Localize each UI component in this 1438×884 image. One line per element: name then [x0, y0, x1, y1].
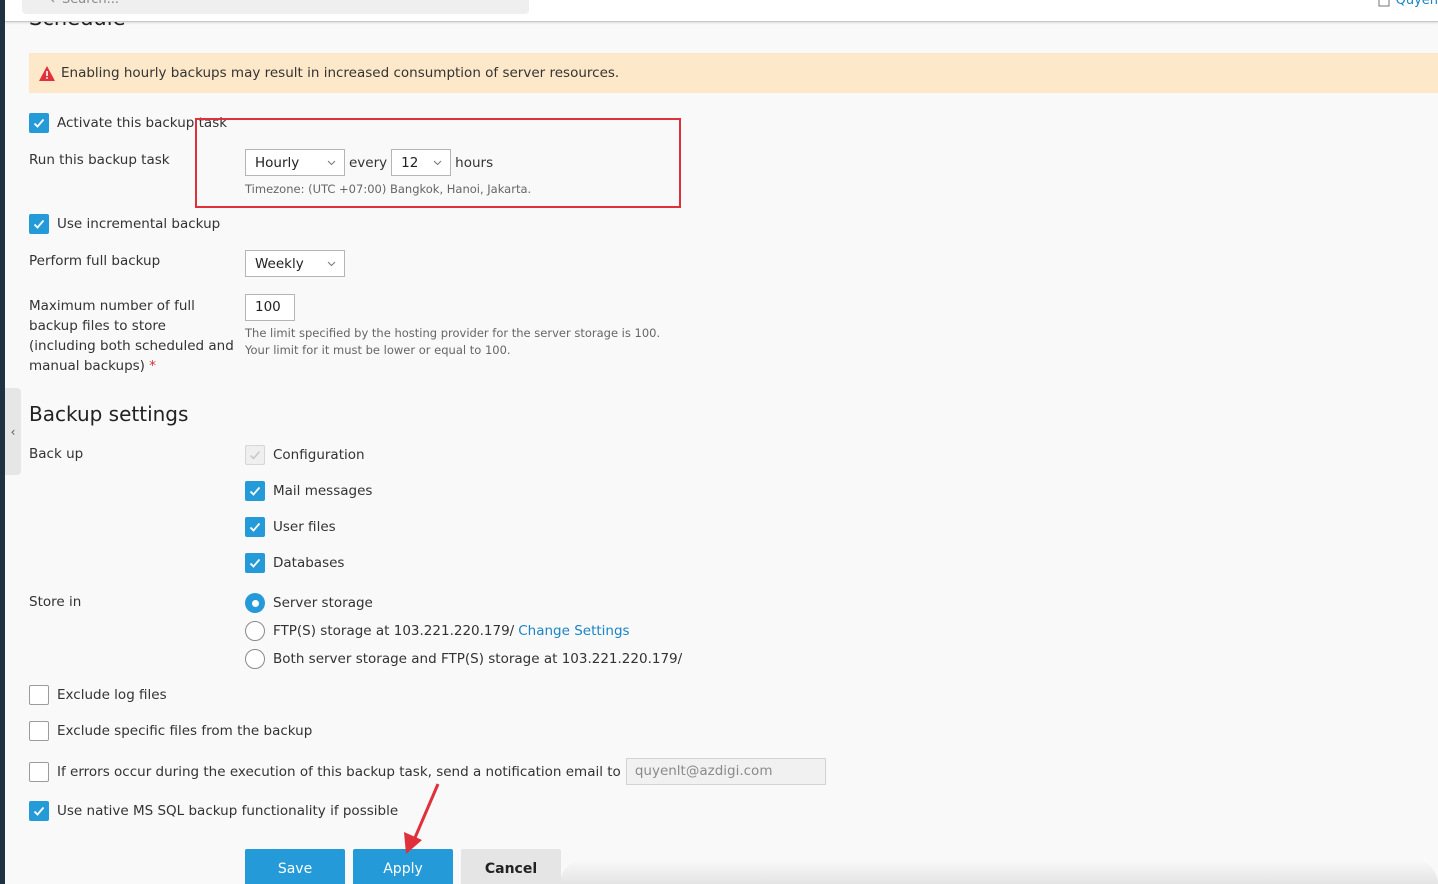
checkmark-icon — [33, 219, 45, 229]
timezone-hint: Timezone: (UTC +07:00) Bangkok, Hanoi, J… — [245, 182, 532, 196]
user-files-label: User files — [273, 519, 336, 535]
backup-what-label: Back up — [29, 446, 84, 462]
max-backups-label: Maximum number of full backup files to s… — [29, 298, 234, 374]
incremental-label: Use incremental backup — [57, 216, 221, 232]
chevron-down-icon — [327, 160, 336, 165]
activate-checkbox[interactable] — [29, 113, 49, 133]
activate-row: Activate this backup task — [29, 113, 227, 133]
notify-row: If errors occur during the execution of … — [29, 758, 826, 785]
mssql-label: Use native MS SQL backup functionality i… — [57, 803, 399, 819]
full-backup-value: Weekly — [255, 255, 304, 272]
max-hint-1: The limit specified by the hosting provi… — [245, 326, 661, 340]
backup-settings-heading: Backup settings — [29, 402, 189, 426]
store-option-ftp: FTP(S) storage at 103.221.220.179/ Chang… — [245, 621, 630, 641]
apply-button[interactable]: Apply — [353, 849, 453, 884]
warning-banner: Enabling hourly backups may result in in… — [29, 53, 1438, 93]
chevron-down-icon — [327, 261, 336, 266]
full-backup-field: Weekly — [245, 250, 345, 277]
checkmark-icon — [250, 451, 261, 460]
max-backups-label-wrap: Maximum number of full backup files to s… — [29, 296, 234, 376]
databases-label: Databases — [273, 555, 345, 571]
exclude-log-row: Exclude log files — [29, 685, 167, 705]
store-option-both: Both server storage and FTP(S) storage a… — [245, 649, 682, 669]
chevron-left-icon: ‹ — [10, 424, 16, 439]
configuration-checkbox — [245, 445, 265, 465]
search-input[interactable]: Search... — [22, 0, 529, 14]
full-backup-row: Perform full backup — [29, 253, 160, 269]
mail-messages-checkbox[interactable] — [245, 481, 265, 501]
required-mark: * — [149, 358, 156, 374]
both-storage-radio[interactable] — [245, 649, 265, 669]
store-option-server: Server storage — [245, 593, 373, 613]
full-backup-label: Perform full backup — [29, 253, 161, 269]
warning-icon — [39, 65, 55, 81]
search-placeholder: Search... — [62, 0, 119, 7]
backup-item-mail: Mail messages — [245, 481, 372, 501]
top-header: Search... Quyen — [5, 0, 1438, 22]
exclude-specific-row: Exclude specific files from the backup — [29, 721, 312, 741]
exclude-log-label: Exclude log files — [57, 687, 167, 703]
max-backups-field: 100 The limit specified by the hosting p… — [245, 294, 660, 359]
checkmark-icon — [249, 486, 261, 496]
run-task-row: Run this backup task — [29, 152, 170, 168]
activate-label: Activate this backup task — [57, 115, 228, 131]
incremental-row: Use incremental backup — [29, 214, 220, 234]
checkmark-icon — [33, 806, 45, 816]
sidebar-collapse-button[interactable]: ‹ — [5, 388, 21, 475]
warning-text: Enabling hourly backups may result in in… — [61, 65, 620, 81]
every-label: every — [349, 154, 388, 171]
checkmark-icon — [33, 118, 45, 128]
store-in-label: Store in — [29, 594, 82, 610]
exclude-specific-label: Exclude specific files from the backup — [57, 723, 313, 739]
checkmark-icon — [249, 522, 261, 532]
databases-checkbox[interactable] — [245, 553, 265, 573]
incremental-checkbox[interactable] — [29, 214, 49, 234]
interval-select[interactable]: 12 — [391, 149, 452, 176]
server-storage-label: Server storage — [273, 595, 373, 611]
checkmark-icon — [249, 558, 261, 568]
mssql-row: Use native MS SQL backup functionality i… — [29, 801, 398, 821]
backup-what-row: Back up — [29, 446, 83, 462]
notify-checkbox[interactable] — [29, 761, 49, 782]
frequency-value: Hourly — [255, 154, 300, 171]
exclude-log-checkbox[interactable] — [29, 685, 49, 705]
search-icon — [51, 0, 55, 3]
max-backups-input[interactable]: 100 — [245, 294, 295, 321]
ftp-storage-radio[interactable] — [245, 621, 265, 641]
max-hint-2: Your limit for it must be lower or equal… — [245, 343, 511, 357]
store-in-row: Store in — [29, 594, 81, 610]
both-storage-label: Both server storage and FTP(S) storage a… — [273, 651, 683, 667]
cancel-button[interactable]: Cancel — [461, 849, 561, 884]
run-task-fields: Hourly every 12 hours — [245, 149, 493, 176]
chevron-down-icon — [433, 160, 442, 165]
backup-item-configuration: Configuration — [245, 445, 365, 465]
annotation-arrow-icon — [404, 783, 440, 854]
mssql-checkbox[interactable] — [29, 801, 49, 821]
configuration-label: Configuration — [273, 447, 365, 463]
full-backup-select[interactable]: Weekly — [245, 250, 345, 277]
server-storage-radio[interactable] — [245, 593, 265, 613]
frequency-select[interactable]: Hourly — [245, 149, 345, 176]
interval-value: 12 — [401, 154, 419, 171]
backup-item-user-files: User files — [245, 517, 336, 537]
exclude-specific-checkbox[interactable] — [29, 721, 49, 741]
change-settings-link[interactable]: Change Settings — [518, 623, 629, 639]
ftp-storage-label: FTP(S) storage at 103.221.220.179/ — [273, 623, 515, 639]
user-icon — [1378, 0, 1390, 6]
user-files-checkbox[interactable] — [245, 517, 265, 537]
notify-email-input[interactable]: quyenlt@azdigi.com — [625, 758, 826, 785]
save-button[interactable]: Save — [245, 849, 345, 884]
hours-label: hours — [455, 154, 494, 171]
user-name: Quyen — [1395, 0, 1438, 8]
mail-messages-label: Mail messages — [273, 483, 373, 499]
backup-item-databases: Databases — [245, 553, 344, 573]
bottom-shadow — [560, 860, 1438, 884]
run-task-label: Run this backup task — [29, 152, 170, 168]
user-menu[interactable]: Quyen — [1378, 0, 1438, 8]
notify-label: If errors occur during the execution of … — [57, 763, 621, 780]
